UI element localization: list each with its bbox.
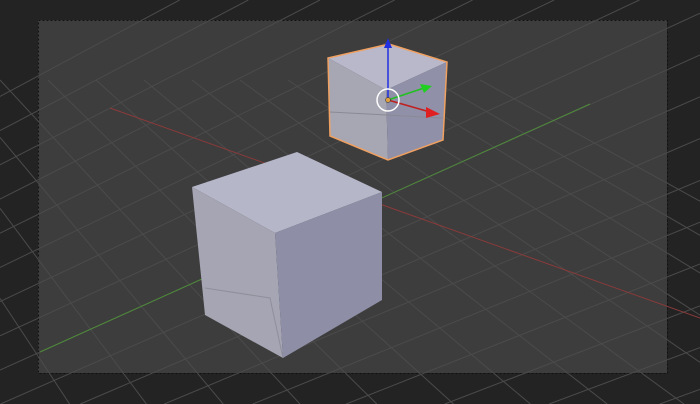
3d-viewport[interactable] xyxy=(0,0,700,404)
object-origin-dot xyxy=(385,97,391,103)
